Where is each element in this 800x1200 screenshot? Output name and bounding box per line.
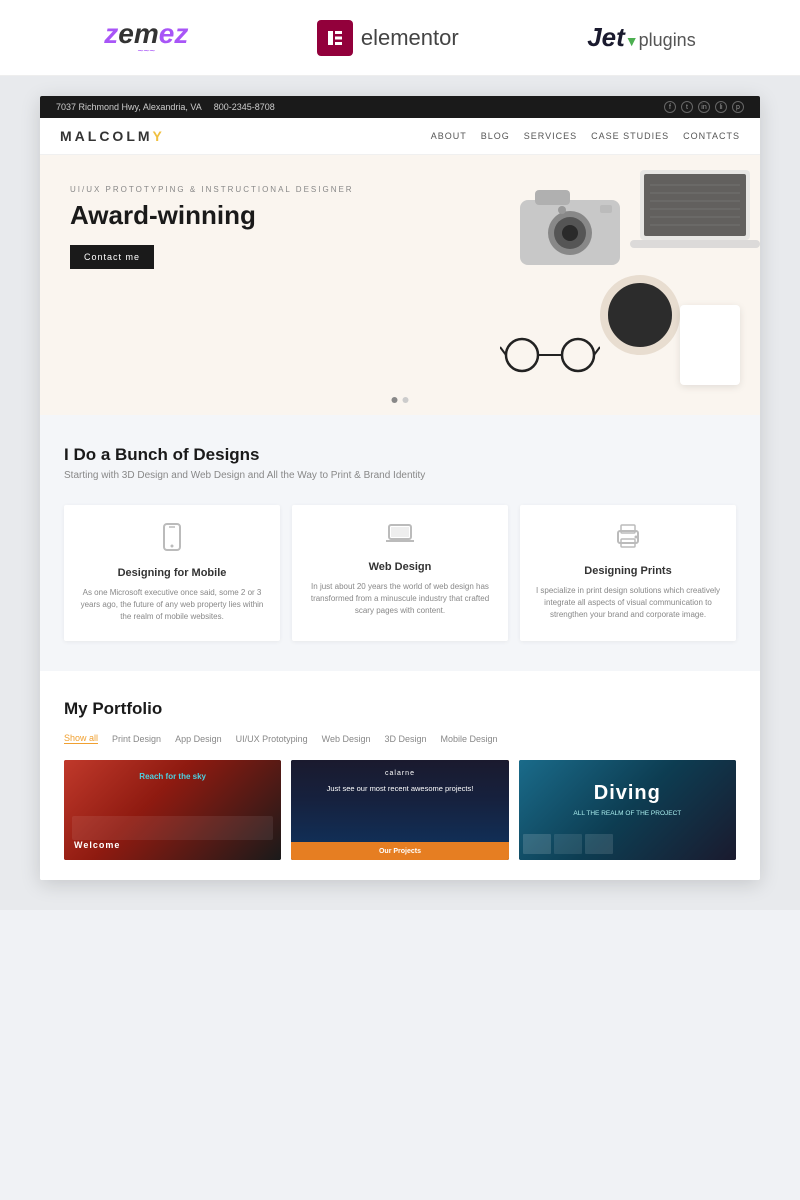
top-bar: 7037 Richmond Hwy, Alexandria, VA 800-23… xyxy=(40,96,760,118)
jet-logo-container: Jet▼plugins xyxy=(587,22,695,53)
portfolio-item-2-label: Our Projects xyxy=(379,848,421,855)
hero-content: UI/UX PROTOTYPING & INSTRUCTIONAL DESIGN… xyxy=(70,185,730,269)
portfolio-heading: My Portfolio xyxy=(64,699,736,719)
jet-logo: Jet▼plugins xyxy=(587,22,695,53)
portfolio-item-1[interactable]: Reach for the sky Welcome xyxy=(64,760,281,860)
hero-section: UI/UX PROTOTYPING & INSTRUCTIONAL DESIGN… xyxy=(40,155,760,415)
printer-icon xyxy=(534,523,722,555)
card-image xyxy=(680,305,740,385)
website-frame: 7037 Richmond Hwy, Alexandria, VA 800-23… xyxy=(40,96,760,880)
portfolio-filters: Show all Print Design App Design UI/UX P… xyxy=(64,733,736,744)
pinterest-icon[interactable]: p xyxy=(732,101,744,113)
portfolio-item-1-title: Reach for the sky xyxy=(139,772,206,781)
glasses-image xyxy=(500,335,600,375)
filter-3d-design[interactable]: 3D Design xyxy=(384,734,426,744)
elementor-icon xyxy=(317,20,353,56)
portfolio-item-2[interactable]: calarne Just see our most recent awesome… xyxy=(291,760,508,860)
instagram-icon[interactable]: in xyxy=(698,101,710,113)
filter-app-design[interactable]: App Design xyxy=(175,734,222,744)
elementor-text: elementor xyxy=(361,25,459,51)
hero-title: Award-winning xyxy=(70,200,730,231)
preview-wrapper: 7037 Richmond Hwy, Alexandria, VA 800-23… xyxy=(0,76,800,910)
facebook-icon[interactable]: f xyxy=(664,101,676,113)
nav-links: ABOUT BLOG SERVICES CASE STUDIES CONTACT… xyxy=(431,131,740,141)
hero-carousel-dots xyxy=(392,397,409,403)
service-prints-title: Designing Prints xyxy=(534,565,722,577)
nav-contacts[interactable]: CONTACTS xyxy=(683,131,740,141)
services-heading: I Do a Bunch of Designs xyxy=(64,445,736,465)
filter-print-design[interactable]: Print Design xyxy=(112,734,161,744)
elementor-logo-container: elementor xyxy=(317,20,459,56)
filter-mobile-design[interactable]: Mobile Design xyxy=(441,734,498,744)
filter-show-all[interactable]: Show all xyxy=(64,733,98,744)
service-card-mobile: Designing for Mobile As one Microsoft ex… xyxy=(64,505,280,641)
carousel-dot-2[interactable] xyxy=(403,397,409,403)
phone: 800-2345-8708 xyxy=(214,102,275,112)
nav-about[interactable]: ABOUT xyxy=(431,131,467,141)
portfolio-grid: Reach for the sky Welcome calarne Just s… xyxy=(64,760,736,860)
services-cards: Designing for Mobile As one Microsoft ex… xyxy=(64,505,736,641)
service-card-prints: Designing Prints I specialize in print d… xyxy=(520,505,736,641)
top-bar-left: 7037 Richmond Hwy, Alexandria, VA 800-23… xyxy=(56,102,275,112)
service-mobile-title: Designing for Mobile xyxy=(78,567,266,579)
linkedin-icon[interactable]: li xyxy=(715,101,727,113)
nav-services[interactable]: SERVICES xyxy=(524,131,577,141)
zemes-logo-container: zemez ~~~ xyxy=(104,18,188,57)
nav-blog[interactable]: BLOG xyxy=(481,131,510,141)
portfolio-item-1-label: Welcome xyxy=(74,840,120,850)
service-web-title: Web Design xyxy=(306,561,494,573)
twitter-icon[interactable]: t xyxy=(681,101,693,113)
portfolio-item-2-text: Just see our most recent awesome project… xyxy=(299,784,500,795)
portfolio-item-2-title-top: calarne xyxy=(291,770,508,777)
service-prints-text: I specialize in print design solutions w… xyxy=(534,585,722,621)
nav-case-studies[interactable]: CASE STUDIES xyxy=(591,131,669,141)
address: 7037 Richmond Hwy, Alexandria, VA xyxy=(56,102,202,112)
coffee-image xyxy=(600,275,680,355)
brand-bar: zemez ~~~ elementor Jet▼plugins xyxy=(0,0,800,76)
portfolio-section: My Portfolio Show all Print Design App D… xyxy=(40,671,760,880)
laptop-icon xyxy=(306,523,494,551)
navbar: MALCOLMY ABOUT BLOG SERVICES CASE STUDIE… xyxy=(40,118,760,155)
carousel-dot-1[interactable] xyxy=(392,397,398,403)
service-mobile-text: As one Microsoft executive once said, so… xyxy=(78,587,266,623)
hero-subtitle: UI/UX PROTOTYPING & INSTRUCTIONAL DESIGN… xyxy=(70,185,730,194)
portfolio-item-3-diving-text: Diving xyxy=(519,782,736,805)
services-section: I Do a Bunch of Designs Starting with 3D… xyxy=(40,415,760,671)
portfolio-item-3[interactable]: Diving ALL THE REALM OF THE PROJECT xyxy=(519,760,736,860)
site-logo[interactable]: MALCOLMY xyxy=(60,128,165,144)
filter-web-design[interactable]: Web Design xyxy=(322,734,371,744)
contact-me-button[interactable]: Contact me xyxy=(70,245,154,269)
service-card-web: Web Design In just about 20 years the wo… xyxy=(292,505,508,641)
filter-ui-ux[interactable]: UI/UX Prototyping xyxy=(236,734,308,744)
social-icons: f t in li p xyxy=(664,101,744,113)
service-web-text: In just about 20 years the world of web … xyxy=(306,581,494,617)
portfolio-item-3-subtitle: ALL THE REALM OF THE PROJECT xyxy=(519,810,736,817)
mobile-icon xyxy=(78,523,266,557)
services-subheading: Starting with 3D Design and Web Design a… xyxy=(64,470,736,481)
